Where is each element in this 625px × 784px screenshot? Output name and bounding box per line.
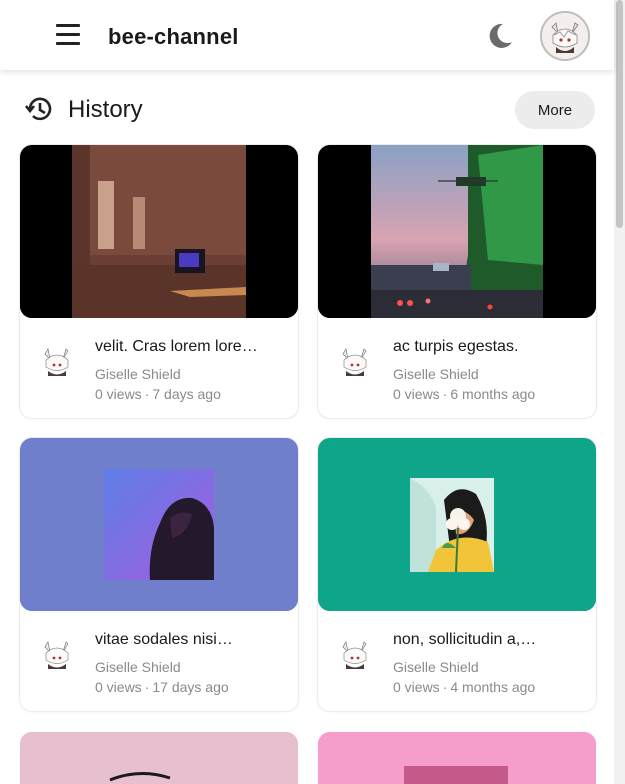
channel-avatar[interactable] xyxy=(336,342,374,380)
video-card[interactable]: vitae sodales nisi… Giselle Shield 0 vie… xyxy=(20,438,298,711)
channel-name[interactable]: Giselle Shield xyxy=(393,659,479,675)
video-title[interactable]: velit. Cras lorem lore… xyxy=(95,338,285,356)
video-title[interactable]: vitae sodales nisi… xyxy=(95,631,285,649)
video-title[interactable]: non, sollicitudin a,… xyxy=(393,631,583,649)
meta-separator: · xyxy=(144,679,150,695)
upload-age: 6 months ago xyxy=(450,386,536,402)
video-card[interactable]: velit. Cras lorem lore… Giselle Shield 0… xyxy=(20,145,298,418)
view-count: 0 views xyxy=(393,679,440,695)
video-thumbnail[interactable] xyxy=(318,732,596,784)
page-scrollbar[interactable] xyxy=(614,0,625,784)
video-thumbnail[interactable] xyxy=(20,145,298,318)
view-count: 0 views xyxy=(95,386,142,402)
upload-age: 7 days ago xyxy=(152,386,221,402)
more-button[interactable]: More xyxy=(515,91,595,129)
channel-avatar[interactable] xyxy=(38,342,76,380)
moon-icon[interactable] xyxy=(484,20,516,52)
meta-separator: · xyxy=(144,386,150,402)
hamburger-menu-icon[interactable] xyxy=(54,22,84,48)
profile-avatar[interactable] xyxy=(540,11,590,61)
upload-age: 17 days ago xyxy=(152,679,229,695)
video-meta: 0 views · 6 months ago xyxy=(393,386,535,402)
scrollbar-thumb[interactable] xyxy=(616,0,623,228)
video-meta: 0 views · 4 months ago xyxy=(393,679,535,695)
meta-separator: · xyxy=(442,679,448,695)
top-app-bar: bee-channel xyxy=(0,0,614,70)
video-thumbnail[interactable] xyxy=(318,438,596,611)
video-meta: 0 views · 17 days ago xyxy=(95,679,229,695)
view-count: 0 views xyxy=(393,386,440,402)
video-thumbnail[interactable] xyxy=(318,145,596,318)
view-count: 0 views xyxy=(95,679,142,695)
channel-name[interactable]: Giselle Shield xyxy=(95,659,181,675)
page-title: History xyxy=(68,96,143,123)
upload-age: 4 months ago xyxy=(450,679,536,695)
history-clock-icon xyxy=(24,94,54,124)
video-title[interactable]: ac turpis egestas. xyxy=(393,338,583,356)
video-thumbnail[interactable] xyxy=(20,732,298,784)
channel-name[interactable]: Giselle Shield xyxy=(393,366,479,382)
channel-avatar[interactable] xyxy=(336,635,374,673)
brand-title[interactable]: bee-channel xyxy=(108,24,239,50)
video-card[interactable]: ac turpis egestas. Giselle Shield 0 view… xyxy=(318,145,596,418)
video-thumbnail[interactable] xyxy=(20,438,298,611)
meta-separator: · xyxy=(442,386,448,402)
channel-name[interactable]: Giselle Shield xyxy=(95,366,181,382)
video-card[interactable]: non, sollicitudin a,… Giselle Shield 0 v… xyxy=(318,438,596,711)
channel-avatar[interactable] xyxy=(38,635,76,673)
video-meta: 0 views · 7 days ago xyxy=(95,386,221,402)
